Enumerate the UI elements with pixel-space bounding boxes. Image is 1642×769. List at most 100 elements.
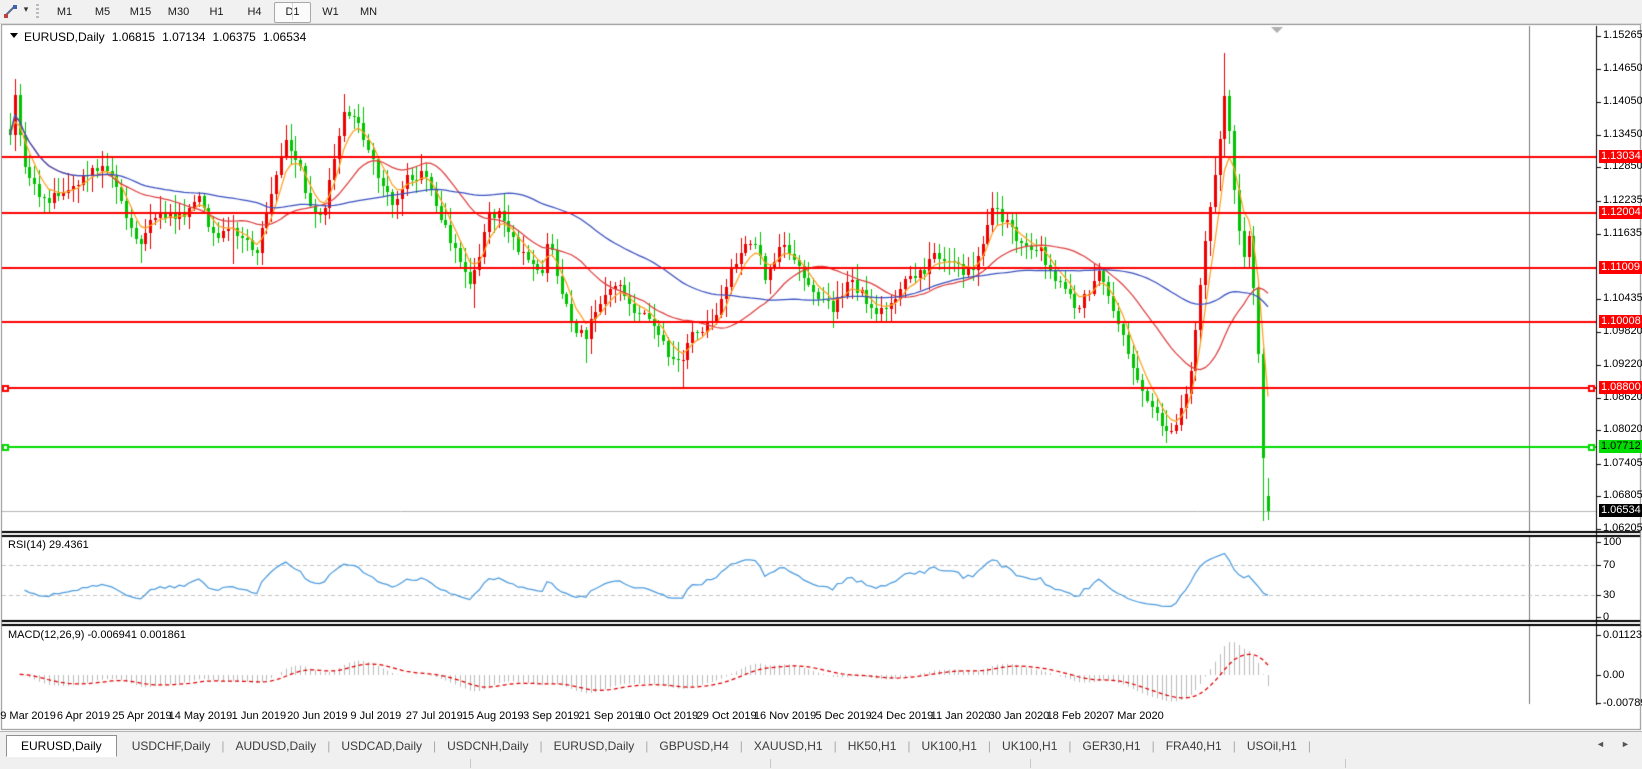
time-axis-label: 19 Mar 2019: [0, 710, 56, 722]
rsi-axis-tick: 70: [1603, 559, 1615, 571]
time-axis-label: 7 Mar 2020: [1108, 710, 1164, 722]
time-axis-label: 15 Aug 2019: [462, 710, 524, 722]
rsi-axis-tick: 100: [1603, 536, 1621, 548]
price-axis-tick: 1.06805: [1603, 489, 1642, 501]
status-bar-divider: [1345, 759, 1346, 768]
chart-tab-uk100-h1[interactable]: UK100,H1: [991, 737, 1068, 755]
time-axis-label: 30 Jan 2020: [989, 710, 1050, 722]
level-price-label: 1.10008: [1599, 315, 1642, 328]
rsi-axis-tick: 0: [1603, 611, 1609, 623]
time-axis-label: 20 Jun 2019: [287, 710, 348, 722]
rsi-value: 29.4361: [49, 539, 89, 551]
price-chart-canvas[interactable]: [0, 0, 1642, 769]
level-price-label: 1.07712: [1599, 440, 1642, 453]
status-bar-divider: [470, 759, 471, 768]
rsi-indicator-label: RSI(14) 29.4361: [8, 539, 89, 551]
chart-tab-bar: EURUSD,DailyUSDCHF,Daily|AUDUSD,Daily|US…: [0, 731, 1642, 759]
chart-tab-usdcad-daily[interactable]: USDCAD,Daily: [330, 737, 433, 755]
level-price-label: 1.08800: [1599, 381, 1642, 394]
time-axis-label: 25 Apr 2019: [112, 710, 171, 722]
ohlc-close: 1.06534: [263, 30, 306, 44]
rsi-name: RSI(14): [8, 539, 46, 551]
time-axis-label: 29 Oct 2019: [697, 710, 757, 722]
macd-axis-tick: -0.007894: [1603, 697, 1642, 709]
chart-tab-ger30-h1[interactable]: GER30,H1: [1072, 737, 1152, 755]
time-axis-label: 9 Jul 2019: [350, 710, 401, 722]
price-axis-tick: 1.11635: [1603, 227, 1642, 239]
time-axis-label: 10 Oct 2019: [638, 710, 698, 722]
timeframe-button-h1[interactable]: H1: [198, 2, 235, 23]
ohlc-low: 1.06375: [212, 30, 255, 44]
toolbar-grip[interactable]: [36, 4, 39, 19]
price-axis-tick: 1.14050: [1603, 95, 1642, 107]
macd-axis-tick: 0.011232: [1603, 629, 1642, 641]
time-axis-label: 1 Jun 2019: [232, 710, 286, 722]
price-axis-tick: 1.10435: [1603, 292, 1642, 304]
chart-title: EURUSD,Daily 1.06815 1.07134 1.06375 1.06534: [24, 30, 306, 44]
toolbar: ▾ M1M5M15M30H1H4D1W1MN: [0, 0, 1642, 24]
timeframe-buttons: M1M5M15M30H1H4D1W1MN: [46, 2, 388, 21]
level-price-label: 1.13034: [1599, 150, 1642, 163]
timeframe-button-m15[interactable]: M15: [122, 2, 159, 23]
time-axis-label: 3 Sep 2019: [523, 710, 579, 722]
chart-tab-usdchf-daily[interactable]: USDCHF,Daily: [121, 737, 222, 755]
ohlc-high: 1.07134: [162, 30, 205, 44]
time-axis-label: 6 Apr 2019: [57, 710, 110, 722]
tab-separator: |: [1308, 739, 1311, 753]
symbol-caret-icon[interactable]: [10, 33, 18, 38]
chart-tab-audusd-daily[interactable]: AUDUSD,Daily: [225, 737, 328, 755]
time-axis-label: 24 Dec 2019: [871, 710, 933, 722]
chart-tabs: EURUSD,DailyUSDCHF,Daily|AUDUSD,Daily|US…: [6, 735, 1311, 757]
tab-scroll-right-icon[interactable]: ►: [1621, 739, 1630, 749]
time-axis-label: 11 Jan 2020: [931, 710, 991, 722]
level-price-label: 1.12004: [1599, 206, 1642, 219]
timeframe-button-m1[interactable]: M1: [46, 2, 83, 23]
timeframe-button-mn[interactable]: MN: [350, 2, 387, 23]
crosshair-tool-icon[interactable]: [2, 3, 19, 19]
toolbar-separator: [292, 3, 293, 20]
current-price-label: 1.06534: [1599, 504, 1642, 517]
time-axis-label: 14 May 2019: [169, 710, 233, 722]
timeframe-button-m5[interactable]: M5: [84, 2, 121, 23]
time-axis-label: 16 Nov 2019: [754, 710, 816, 722]
price-axis-tick: 1.12235: [1603, 194, 1642, 206]
chart-tab-xauusd-h1[interactable]: XAUUSD,H1: [743, 737, 834, 755]
macd-axis-tick: 0.00: [1603, 669, 1624, 681]
price-axis-tick: 1.08020: [1603, 423, 1642, 435]
timeframe-button-h4[interactable]: H4: [236, 2, 273, 23]
time-axis-label: 27 Jul 2019: [406, 710, 463, 722]
time-axis-label: 5 Dec 2019: [815, 710, 871, 722]
chart-tab-fra40-h1[interactable]: FRA40,H1: [1155, 737, 1233, 755]
tab-scroll-left-icon[interactable]: ◄: [1596, 739, 1605, 749]
price-axis-tick: 1.15265: [1603, 29, 1642, 41]
time-axis-label: 18 Feb 2020: [1047, 710, 1109, 722]
price-axis-tick: 1.06205: [1603, 522, 1642, 534]
chart-title-symbol: EURUSD,Daily: [24, 30, 105, 44]
macd-indicator-label: MACD(12,26,9) -0.006941 0.001861: [8, 629, 186, 641]
level-price-label: 1.11009: [1599, 261, 1642, 274]
timeframe-button-w1[interactable]: W1: [312, 2, 349, 23]
ohlc-open: 1.06815: [112, 30, 155, 44]
chart-tab-usoil-h1[interactable]: USOil,H1: [1236, 737, 1308, 755]
chart-tab-uk100-h1[interactable]: UK100,H1: [911, 737, 988, 755]
price-axis-tick: 1.07405: [1603, 457, 1642, 469]
price-axis-tick: 1.13450: [1603, 128, 1642, 140]
chart-tab-eurusd-daily[interactable]: EURUSD,Daily: [543, 737, 646, 755]
timeframe-button-m30[interactable]: M30: [160, 2, 197, 23]
macd-main-value: -0.006941: [87, 629, 137, 641]
chart-tab-hk50-h1[interactable]: HK50,H1: [837, 737, 908, 755]
price-axis-tick: 1.14650: [1603, 62, 1642, 74]
tool-dropdown-caret-icon[interactable]: ▾: [21, 4, 31, 15]
time-axis-label: 21 Sep 2019: [578, 710, 640, 722]
price-axis-tick: 1.09220: [1603, 358, 1642, 370]
status-bar-divider: [770, 759, 771, 768]
mt4-window: ▾ M1M5M15M30H1H4D1W1MN EURUSD,Daily 1.068…: [0, 0, 1642, 769]
rsi-axis-tick: 30: [1603, 589, 1615, 601]
macd-signal-value: 0.001861: [140, 629, 186, 641]
chart-tab-gbpusd-h4[interactable]: GBPUSD,H4: [648, 737, 739, 755]
status-bar: [0, 758, 1642, 769]
chart-tab-usdcnh-daily[interactable]: USDCNH,Daily: [436, 737, 539, 755]
status-bar-divider: [1030, 759, 1031, 768]
chart-tab-eurusd-daily[interactable]: EURUSD,Daily: [6, 735, 117, 757]
macd-name: MACD(12,26,9): [8, 629, 84, 641]
